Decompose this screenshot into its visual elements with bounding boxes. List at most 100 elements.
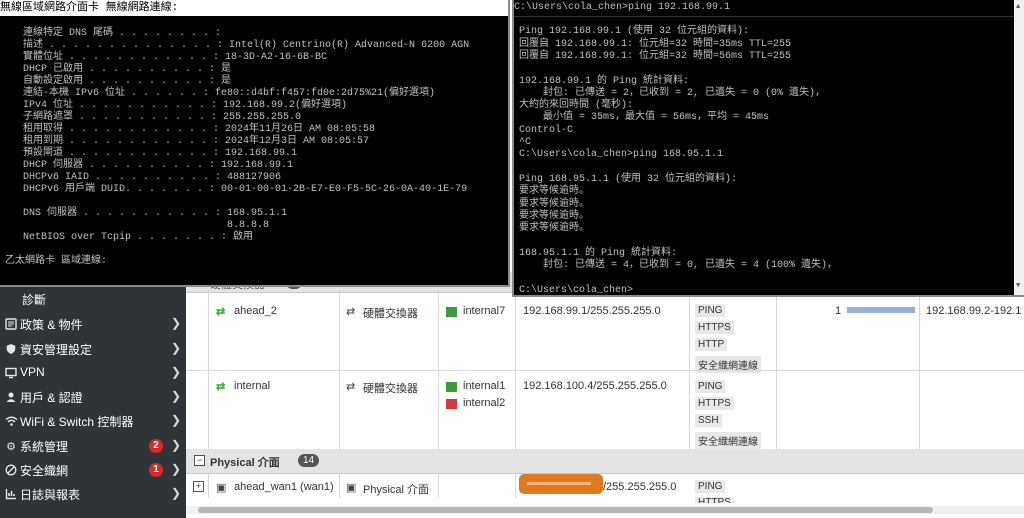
sidebar-item-wifi-switch[interactable]: WiFi & Switch 控制器 ❯	[0, 409, 186, 433]
console-line: 封包: 已傳送 = 2，已收到 = 2, 已遺失 = 0 (0% 遺失)，	[519, 87, 826, 99]
hardware-switch-icon: ⇄	[216, 306, 226, 318]
ip-netmask: /255.255.255.0	[603, 481, 677, 493]
console-line: DHCP 伺服器 . . . . . . . . . . : 192.168.9…	[5, 160, 294, 171]
console-line: 192.168.99.1 的 Ping 統計資料:	[519, 75, 690, 87]
console-line: 168.95.1.1 的 Ping 統計資料:	[519, 247, 678, 259]
sidebar-item-label: 政策 & 物件	[20, 318, 83, 332]
console-line: 回覆自 192.168.99.1: 位元組=32 時間=35ms TTL=255	[519, 38, 792, 50]
interface-type: 硬體交換器	[363, 308, 418, 320]
physical-type-icon: ▣	[346, 482, 357, 494]
console-line: 實體位址 . . . . . . . . . . . . : 18-3D-A2-…	[5, 52, 328, 63]
chevron-right-icon: ❯	[171, 413, 182, 427]
report-icon	[4, 487, 18, 501]
sidebar-item-label: 系統管理	[20, 440, 69, 454]
interface-type: 硬體交換器	[363, 383, 418, 395]
sidebar-item-security-fabric[interactable]: 安全織網 1 ❯	[0, 458, 186, 482]
access-tag: SSH	[695, 414, 722, 427]
chevron-right-icon: ❯	[171, 341, 182, 355]
sidebar-item-diagnostics[interactable]: 診斷	[0, 287, 186, 311]
sidebar-item-security-profiles[interactable]: 資安管理設定 ❯	[0, 337, 186, 361]
hardware-switch-icon: ⇄	[216, 381, 226, 393]
sidebar-item-user-auth[interactable]: 用戶 & 認證 ❯	[0, 385, 186, 409]
console-line: ^C	[519, 137, 532, 148]
console-line: 連線特定 DNS 尾碼 . . . . . . . . :	[5, 28, 222, 39]
column-divider	[919, 290, 920, 462]
chevron-right-icon: ❯	[171, 438, 182, 452]
access-tag: 安全織網連線	[695, 432, 761, 449]
chevron-right-icon: ❯	[171, 365, 182, 379]
notification-badge: 2	[149, 439, 163, 453]
policy-icon	[4, 317, 18, 331]
scrollbar-thumb[interactable]	[198, 507, 933, 513]
shield-icon	[4, 342, 18, 356]
interface-type: Physical 介面	[363, 484, 430, 496]
member-port: internal1	[463, 380, 506, 392]
column-divider	[776, 290, 777, 462]
group-count-badge: 14	[298, 454, 320, 467]
vertical-scrollbar[interactable]: ▲ ▼	[1014, 0, 1024, 295]
console-line: 描述 . . . . . . . . . . . . . . : Intel(R…	[5, 40, 470, 51]
cmd-window-ipconfig[interactable]: 無線區域網路介面卡 無線網路連線: 連線特定 DNS 尾碼 . . . . . …	[0, 0, 510, 287]
chevron-right-icon: ❯	[171, 486, 182, 500]
ip-netmask: 192.168.100.4/255.255.255.0	[523, 380, 667, 392]
sidebar-item-label: VPN	[20, 365, 45, 379]
sidebar-item-label: 日誌與報表	[20, 488, 81, 502]
sidebar-item-policy-objects[interactable]: 政策 & 物件 ❯	[0, 312, 186, 336]
scroll-down-icon[interactable]: ▼	[1016, 282, 1020, 290]
sidebar-item-vpn[interactable]: VPN ❯	[0, 361, 186, 385]
access-tag: PING	[695, 380, 726, 393]
ip-netmask: 192.168.99.1/255.255.255.0	[523, 305, 661, 317]
console-line: 租用到期 . . . . . . . . . . . . : 2024年12月3…	[5, 136, 370, 147]
console-line: 大約的來回時間 (毫秒):	[519, 100, 634, 112]
console-line: DHCP 已啟用 . . . . . . . . . . : 是	[5, 64, 232, 75]
sidebar-item-log-report[interactable]: 日誌與報表 ❯	[0, 482, 186, 506]
console-line: 子網路遮罩 . . . . . . . . . . . : 255.255.25…	[5, 112, 302, 123]
console-line: NetBIOS over Tcpip . . . . . . . : 啟用	[5, 232, 254, 243]
switch-type-icon: ⇄	[346, 381, 356, 393]
console-section-title: 無線區域網路介面卡 無線網路連線:	[0, 0, 508, 16]
console-line: 要求等候逾時。	[519, 198, 589, 210]
console-line: Control-C	[519, 124, 574, 136]
physical-port-icon: ▣	[216, 482, 227, 494]
console-line: DHCPv6 IAID . . . . . . . . . . : 488127…	[5, 172, 282, 183]
expand-icon[interactable]: +	[193, 481, 204, 492]
scroll-up-icon[interactable]: ▲	[1016, 3, 1020, 11]
console-line: Ping 192.168.99.1 (使用 32 位元組的資料):	[519, 26, 750, 38]
chevron-right-icon: ❯	[171, 462, 182, 476]
interface-name[interactable]: ahead_2	[234, 305, 277, 317]
interface-name[interactable]: internal	[234, 380, 270, 392]
access-tag: HTTP	[695, 338, 728, 351]
console-line: 最小值 = 35ms，最大值 = 56ms，平均 = 45ms	[519, 112, 770, 124]
ref-count[interactable]: 1	[835, 305, 841, 317]
cmd-window-ping[interactable]: C:\Users\cola_chen>ping 192.168.99.1 Pin…	[512, 0, 1024, 297]
chevron-right-icon: ❯	[171, 389, 182, 403]
console-line: 回覆自 192.168.99.1: 位元組=32 時間=56ms TTL=255	[519, 50, 792, 62]
group-header-physical[interactable]: − Physical 介面 14	[186, 449, 1024, 474]
console-line: 8.8.8.8	[5, 220, 270, 231]
interface-name[interactable]: ahead_wan1 (wan1)	[234, 481, 334, 493]
sidebar-item-label: 資安管理設定	[20, 343, 93, 357]
horizontal-scrollbar[interactable]	[186, 506, 1024, 514]
sidebar-item-label: WiFi & Switch 控制器	[20, 415, 134, 429]
console-line: DNS 伺服器 . . . . . . . . . . . : 168.95.1…	[5, 208, 288, 219]
chevron-right-icon: ❯	[171, 316, 182, 330]
console-line: C:\Users\cola_chen>ping 168.95.1.1	[519, 149, 724, 161]
console-line: Ping 168.95.1.1 (使用 32 位元組的資料):	[519, 173, 738, 185]
sidebar-item-label: 診斷	[22, 293, 47, 307]
console-line: DHCPv6 用戶端 DUID. . . . . . . : 00-01-00-…	[5, 184, 468, 195]
collapse-icon[interactable]: −	[194, 455, 205, 466]
console-line: 連結-本機 IPv6 位址 . . . . . . : fe80::d4bf:f…	[5, 88, 436, 99]
row-divider	[186, 370, 1024, 371]
wifi-icon	[4, 414, 18, 428]
column-divider	[689, 290, 690, 462]
gear-icon: ⚙	[6, 440, 16, 453]
sidebar-item-system[interactable]: ⚙ 系統管理 2 ❯	[0, 434, 186, 458]
notification-badge: 1	[149, 463, 163, 477]
console-line: 要求等候逾時。	[519, 223, 589, 235]
access-tag: HTTPS	[695, 321, 734, 334]
console-line: 自動設定啟用 . . . . . . . . . . : 是	[5, 76, 232, 87]
sidebar-item-label: 用戶 & 認證	[20, 391, 83, 405]
user-icon	[4, 390, 18, 404]
fabric-icon	[4, 463, 18, 477]
access-tag: HTTPS	[695, 497, 734, 503]
